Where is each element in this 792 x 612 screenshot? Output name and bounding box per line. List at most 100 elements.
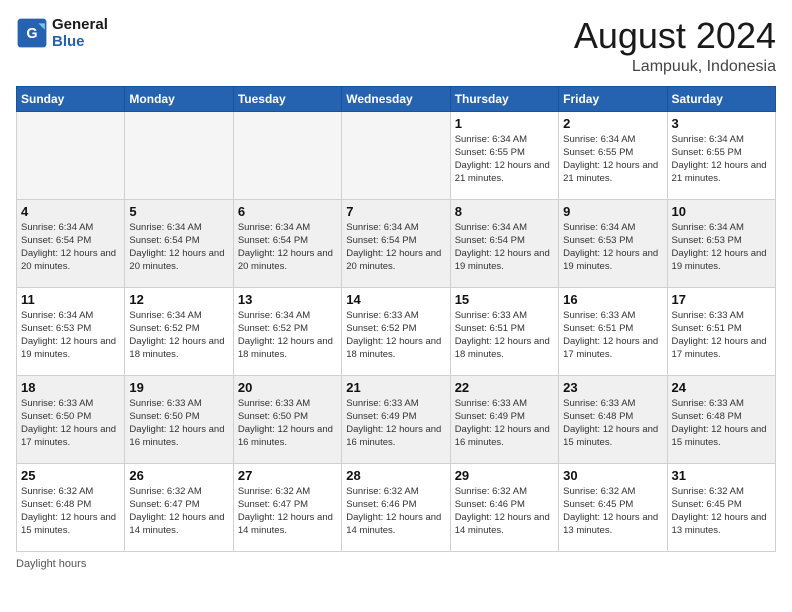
col-header-friday: Friday [559,86,667,111]
day-number: 30 [563,468,662,483]
day-number: 28 [346,468,445,483]
calendar-cell [342,111,450,199]
day-number: 5 [129,204,228,219]
day-detail: Sunrise: 6:33 AMSunset: 6:50 PMDaylight:… [238,397,337,450]
calendar-cell: 30Sunrise: 6:32 AMSunset: 6:45 PMDayligh… [559,463,667,551]
title-block: August 2024 Lampuuk, Indonesia [574,16,776,76]
calendar-cell: 18Sunrise: 6:33 AMSunset: 6:50 PMDayligh… [17,375,125,463]
day-detail: Sunrise: 6:34 AMSunset: 6:54 PMDaylight:… [238,221,337,274]
calendar-cell: 8 Sunrise: 6:34 AMSunset: 6:54 PMDaylight… [450,199,558,287]
day-detail: Sunrise: 6:33 AMSunset: 6:48 PMDaylight:… [672,397,771,450]
day-detail: Sunrise: 6:33 AMSunset: 6:51 PMDaylight:… [563,309,662,362]
day-detail: Sunrise: 6:34 AMSunset: 6:52 PMDaylight:… [129,309,228,362]
calendar-cell: 12 Sunrise: 6:34 AMSunset: 6:52 PMDayligh… [125,287,233,375]
day-number: 21 [346,380,445,395]
day-number: 8 [455,204,554,219]
day-detail: Sunrise: 6:33 AMSunset: 6:52 PMDaylight:… [346,309,445,362]
day-detail: Sunrise: 6:34 AMSunset: 6:55 PMDaylight:… [455,133,554,186]
day-detail: Sunrise: 6:34 AMSunset: 6:54 PMDaylight:… [21,221,120,274]
day-detail: Sunrise: 6:34 AMSunset: 6:53 PMDaylight:… [672,221,771,274]
calendar-week-1: 1 Sunrise: 6:34 AMSunset: 6:55 PMDaylight… [17,111,776,199]
calendar-cell: 7 Sunrise: 6:34 AMSunset: 6:54 PMDaylight… [342,199,450,287]
day-detail: Sunrise: 6:34 AMSunset: 6:54 PMDaylight:… [346,221,445,274]
day-detail: Sunrise: 6:33 AMSunset: 6:50 PMDaylight:… [129,397,228,450]
calendar-cell: 4 Sunrise: 6:34 AMSunset: 6:54 PMDaylight… [17,199,125,287]
day-detail: Sunrise: 6:32 AMSunset: 6:48 PMDaylight:… [21,485,120,538]
day-detail: Sunrise: 6:34 AMSunset: 6:55 PMDaylight:… [563,133,662,186]
day-number: 31 [672,468,771,483]
day-detail: Sunrise: 6:32 AMSunset: 6:47 PMDaylight:… [129,485,228,538]
calendar-cell: 22 Sunrise: 6:33 AMSunset: 6:49 PMDayligh… [450,375,558,463]
day-number: 6 [238,204,337,219]
day-number: 10 [672,204,771,219]
day-detail: Sunrise: 6:34 AMSunset: 6:54 PMDaylight:… [455,221,554,274]
day-detail: Sunrise: 6:34 AMSunset: 6:54 PMDaylight:… [129,221,228,274]
logo: G General Blue [16,16,108,50]
calendar-cell: 21Sunrise: 6:33 AMSunset: 6:49 PMDayligh… [342,375,450,463]
col-header-sunday: Sunday [17,86,125,111]
col-header-thursday: Thursday [450,86,558,111]
calendar-cell: 3 Sunrise: 6:34 AMSunset: 6:55 PMDaylight… [667,111,775,199]
calendar-week-5: 25 Sunrise: 6:32 AMSunset: 6:48 PMDayligh… [17,463,776,551]
calendar-cell: 5 Sunrise: 6:34 AMSunset: 6:54 PMDaylight… [125,199,233,287]
calendar-cell: 13Sunrise: 6:34 AMSunset: 6:52 PMDayligh… [233,287,341,375]
day-number: 18 [21,380,120,395]
day-number: 16 [563,292,662,307]
calendar-week-3: 11 Sunrise: 6:34 AMSunset: 6:53 PMDayligh… [17,287,776,375]
day-number: 1 [455,116,554,131]
calendar-cell: 26 Sunrise: 6:32 AMSunset: 6:47 PMDayligh… [125,463,233,551]
calendar-cell [17,111,125,199]
calendar-week-4: 18 Sunrise: 6:33 AMSunset: 6:50 PMDayligh… [17,375,776,463]
day-number: 9 [563,204,662,219]
page-header: G General Blue August 2024 Lampuuk, Indo… [16,16,776,76]
logo-text: General Blue [52,16,108,50]
col-header-wednesday: Wednesday [342,86,450,111]
day-number: 22 [455,380,554,395]
location: Lampuuk, Indonesia [574,58,776,76]
day-detail: Sunrise: 6:34 AMSunset: 6:53 PMDaylight:… [563,221,662,274]
col-header-tuesday: Tuesday [233,86,341,111]
day-number: 15 [455,292,554,307]
calendar-cell: 15Sunrise: 6:33 AMSunset: 6:51 PMDayligh… [450,287,558,375]
day-detail: Sunrise: 6:33 AMSunset: 6:49 PMDaylight:… [455,397,554,450]
col-header-saturday: Saturday [667,86,775,111]
day-number: 27 [238,468,337,483]
calendar-cell: 31 Sunrise: 6:32 AMSunset: 6:45 PMDayligh… [667,463,775,551]
calendar-cell: 20Sunrise: 6:33 AMSunset: 6:50 PMDayligh… [233,375,341,463]
day-number: 3 [672,116,771,131]
calendar-cell: 1 Sunrise: 6:34 AMSunset: 6:55 PMDaylight… [450,111,558,199]
day-number: 11 [21,292,120,307]
col-header-monday: Monday [125,86,233,111]
day-number: 25 [21,468,120,483]
month-year: August 2024 [574,16,776,56]
calendar-cell [125,111,233,199]
logo-icon: G [16,17,48,49]
day-number: 23 [563,380,662,395]
day-detail: Sunrise: 6:33 AMSunset: 6:48 PMDaylight:… [563,397,662,450]
calendar-cell: 27Sunrise: 6:32 AMSunset: 6:47 PMDayligh… [233,463,341,551]
footer-note: Daylight hours [16,558,776,570]
calendar-week-2: 4 Sunrise: 6:34 AMSunset: 6:54 PMDaylight… [17,199,776,287]
day-detail: Sunrise: 6:32 AMSunset: 6:45 PMDaylight:… [672,485,771,538]
svg-text:G: G [26,26,37,42]
day-detail: Sunrise: 6:34 AMSunset: 6:53 PMDaylight:… [21,309,120,362]
day-number: 26 [129,468,228,483]
day-number: 4 [21,204,120,219]
day-number: 17 [672,292,771,307]
day-number: 24 [672,380,771,395]
calendar-cell: 2 Sunrise: 6:34 AMSunset: 6:55 PMDaylight… [559,111,667,199]
calendar-cell: 17Sunrise: 6:33 AMSunset: 6:51 PMDayligh… [667,287,775,375]
calendar-cell: 11 Sunrise: 6:34 AMSunset: 6:53 PMDayligh… [17,287,125,375]
calendar-cell [233,111,341,199]
day-detail: Sunrise: 6:34 AMSunset: 6:52 PMDaylight:… [238,309,337,362]
day-number: 12 [129,292,228,307]
calendar-cell: 24 Sunrise: 6:33 AMSunset: 6:48 PMDayligh… [667,375,775,463]
day-number: 7 [346,204,445,219]
calendar-cell: 16 Sunrise: 6:33 AMSunset: 6:51 PMDayligh… [559,287,667,375]
day-number: 2 [563,116,662,131]
day-number: 19 [129,380,228,395]
calendar-cell: 19 Sunrise: 6:33 AMSunset: 6:50 PMDayligh… [125,375,233,463]
day-number: 29 [455,468,554,483]
day-detail: Sunrise: 6:34 AMSunset: 6:55 PMDaylight:… [672,133,771,186]
calendar-cell: 6 Sunrise: 6:34 AMSunset: 6:54 PMDaylight… [233,199,341,287]
